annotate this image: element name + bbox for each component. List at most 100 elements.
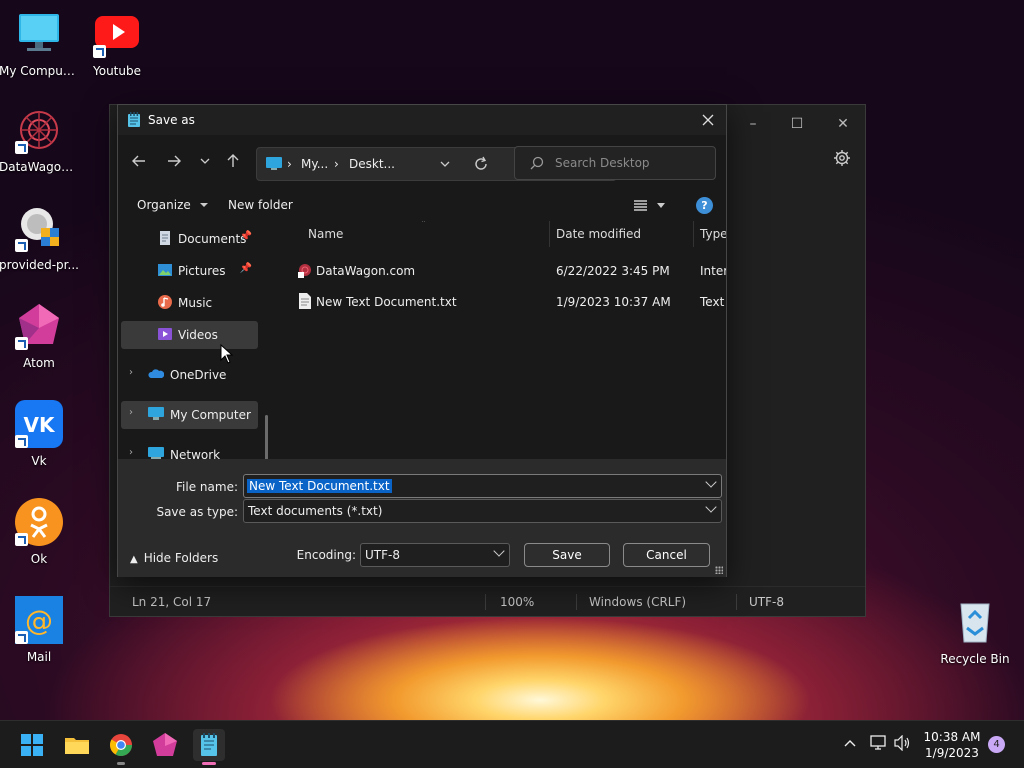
hide-folders-button[interactable]: ▲ Hide Folders [130, 551, 218, 565]
shortcut-arrow-icon [15, 631, 28, 644]
nav-item-documents[interactable]: Documents 📌 [121, 225, 258, 253]
chevron-up-icon[interactable] [843, 736, 857, 753]
datawagon-icon [15, 106, 63, 154]
desktop-icon-recycle-bin[interactable]: Recycle Bin [935, 598, 1015, 666]
volume-icon[interactable] [893, 734, 911, 754]
column-header-type[interactable]: Type [700, 227, 726, 241]
desktop-icon-label: Recycle Bin [940, 652, 1010, 666]
save-button[interactable]: Save [524, 543, 610, 567]
address-dropdown-icon[interactable] [439, 157, 451, 174]
search-box[interactable]: Search Desktop [514, 146, 716, 180]
view-options-button[interactable] [633, 199, 669, 216]
dialog-close-button[interactable] [696, 109, 720, 131]
clock-time: 10:38 AM [923, 730, 981, 744]
file-name-input[interactable]: New Text Document.txt [243, 474, 722, 498]
resize-grip[interactable] [715, 566, 723, 574]
file-name: New Text Document.txt [316, 295, 457, 309]
desktop-icon-ok[interactable]: Ok [0, 498, 79, 566]
network-icon [148, 447, 164, 459]
new-folder-button[interactable]: New folder [228, 198, 293, 212]
notepad-icon [127, 112, 141, 131]
clock[interactable]: 10:38 AM 1/9/2023 [920, 729, 984, 761]
nav-item-pictures[interactable]: Pictures 📌 [121, 257, 258, 285]
clock-date: 1/9/2023 [925, 746, 979, 760]
dialog-toolbar: Organize New folder ? [118, 191, 726, 221]
nav-item-label: Network [170, 448, 221, 459]
status-bar: Ln 21, Col 17 100% Windows (CRLF) UTF-8 [110, 586, 865, 616]
nav-item-label: My Computer [170, 408, 251, 422]
nav-item-label: Documents [178, 232, 247, 246]
start-button[interactable] [16, 729, 48, 761]
up-button[interactable] [222, 153, 244, 173]
desktop-icon-mail[interactable]: @ Mail [0, 596, 79, 664]
taskbar-atom[interactable] [149, 729, 181, 761]
chevron-down-icon [200, 158, 210, 164]
help-icon[interactable]: ? [696, 197, 713, 214]
forward-button[interactable] [163, 153, 185, 173]
breadcrumb-desktop[interactable]: Deskt... [349, 157, 395, 171]
recent-locations-button[interactable] [194, 153, 216, 173]
file-name-label: File name: [176, 480, 238, 494]
navigation-bar: › My... › Deskt... Search Desktop [118, 135, 726, 191]
file-date: 6/22/2022 3:45 PM [556, 264, 670, 278]
shortcut-arrow-icon [15, 337, 28, 350]
chevron-down-icon[interactable] [705, 476, 717, 488]
atom-icon [15, 302, 63, 350]
file-row[interactable]: New Text Document.txt 1/9/2023 10:37 AM … [292, 289, 726, 315]
chevron-right-icon: › [129, 447, 133, 458]
desktop-icon-provided[interactable]: provided-pr... [0, 204, 79, 272]
nav-item-label: Music [178, 296, 213, 310]
taskbar-chrome[interactable] [105, 729, 137, 765]
refresh-icon[interactable] [473, 156, 489, 175]
gear-icon[interactable] [833, 149, 851, 167]
nav-item-my-computer[interactable]: › My Computer [121, 401, 258, 429]
nav-pane-scrollbar[interactable] [265, 415, 268, 459]
chevron-down-icon[interactable] [493, 545, 505, 557]
taskbar: 10:38 AM 1/9/2023 4 [0, 720, 1024, 768]
cursor-position: Ln 21, Col 17 [132, 595, 212, 609]
network-status-icon[interactable] [870, 735, 888, 754]
taskbar-notepad[interactable] [193, 729, 225, 765]
organize-button[interactable]: Organize [137, 198, 209, 212]
nav-item-videos[interactable]: Videos [121, 321, 258, 349]
nav-item-onedrive[interactable]: › OneDrive [121, 361, 258, 389]
search-icon [530, 156, 544, 173]
save-as-type-select[interactable]: Text documents (*.txt) [243, 499, 722, 523]
desktop-icon-label: Mail [26, 650, 52, 664]
nav-item-network[interactable]: › Network [121, 441, 258, 459]
vk-icon: VK [15, 400, 63, 448]
chevron-up-icon: ▲ [130, 554, 138, 565]
desktop-icon-my-computer[interactable]: My Computer [0, 10, 79, 78]
file-row[interactable]: DataWagon.com 6/22/2022 3:45 PM Intern [292, 258, 726, 284]
shortcut-arrow-icon [93, 45, 106, 58]
videos-icon [158, 327, 172, 341]
notification-badge[interactable]: 4 [988, 736, 1005, 753]
setup-icon [15, 204, 63, 252]
shortcut-arrow-icon [15, 435, 28, 448]
pictures-icon [158, 263, 172, 277]
taskbar-file-explorer[interactable] [61, 729, 93, 761]
sort-ascending-icon: ˄ [421, 221, 426, 230]
maximize-button[interactable]: ☐ [782, 113, 812, 135]
hide-folders-label: Hide Folders [143, 551, 219, 565]
column-header-name[interactable]: Name [308, 227, 343, 241]
desktop-icon-atom[interactable]: Atom [0, 302, 79, 370]
breadcrumb-my-computer[interactable]: My... [301, 157, 328, 171]
onedrive-icon [148, 367, 165, 381]
recycle-bin-icon [951, 598, 999, 646]
desktop-icon-youtube[interactable]: Youtube [77, 10, 157, 78]
column-header-date[interactable]: Date modified [556, 227, 641, 241]
chevron-down-icon[interactable] [705, 501, 717, 513]
desktop-icon-label: Ok [30, 552, 48, 566]
desktop-icon-vk[interactable]: VK Vk [0, 400, 79, 468]
close-button[interactable]: ✕ [828, 113, 858, 135]
nav-item-music[interactable]: Music [121, 289, 258, 317]
encoding-value: UTF-8 [365, 548, 400, 562]
minimize-button[interactable]: – [738, 113, 768, 135]
desktop-icon-datawagon[interactable]: DataWagon... [0, 106, 79, 174]
back-button[interactable] [128, 153, 150, 173]
notepad-icon [201, 733, 217, 756]
encoding-select[interactable]: UTF-8 [360, 543, 510, 567]
cancel-button[interactable]: Cancel [623, 543, 710, 567]
desktop-icon-label: Youtube [93, 64, 141, 78]
